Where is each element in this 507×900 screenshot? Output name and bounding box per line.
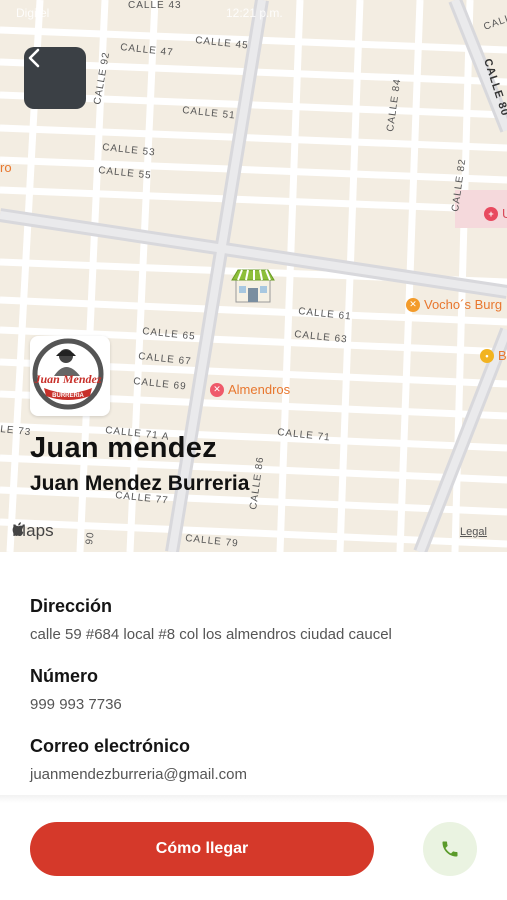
business-info: Dirección calle 59 #684 local #8 col los… [30,596,490,806]
email-section: Correo electrónico juanmendezburreria@gm… [30,736,490,783]
phone-section: Número 999 993 7736 [30,666,490,713]
business-name: Juan mendez [30,432,218,464]
poi-label: B [498,348,507,363]
logo-subtext: BURRERIA [52,393,84,399]
poi-label: U [502,206,507,221]
chevron-left-icon [28,48,40,68]
poi-label: Almendros [228,382,291,397]
maps-attribution[interactable]: Maps [12,521,54,541]
street-label: CALLE 69 [133,376,187,393]
legal-link[interactable]: Legal [460,526,487,538]
fastfood-icon: ✕ [406,297,420,312]
email-value[interactable]: juanmendezburreria@gmail.com [30,766,490,783]
apple-icon [12,522,24,536]
street-label: 90 [84,531,97,546]
back-button[interactable] [24,47,86,109]
phone-label: Número [30,666,99,686]
street-label: CALLE 61 [298,306,352,323]
call-button[interactable] [423,822,477,876]
street-label: LE 73 [0,424,32,438]
status-bar: Digitel 12:21 p.m. [0,6,507,24]
poi-label: Vocho´s Burg [424,297,503,312]
street-label: CALLE 47 [120,42,174,59]
shop-icon: • [480,348,494,363]
street-label: CALLE 84 [385,78,403,133]
poi-b[interactable]: • B [480,348,507,363]
street-label: CALLE 51 [182,105,236,122]
phone-value[interactable]: 999 993 7736 [30,696,490,713]
address-label: Dirección [30,596,113,616]
poi-almendros[interactable]: ✕ Almendros [210,382,290,397]
poi-vochos[interactable]: ✕ Vocho´s Burg [406,297,502,312]
hospital-icon: + [484,206,498,221]
address-value[interactable]: calle 59 #684 local #8 col los almendros… [30,626,490,643]
email-label: Correo electrónico [30,736,191,756]
restaurant-icon: ✕ [210,382,224,397]
business-subtitle: Juan Mendez Burreria [30,472,250,495]
map-view[interactable]: CALLE 43 CALLE 45 CALLE 47 CALLE 92 CALL… [0,0,507,552]
poi-label: ro [0,160,12,175]
phone-icon [442,841,458,857]
poi-hospital[interactable]: + U [484,206,507,221]
business-logo: Juan Mendez BURRERIA [30,336,110,416]
status-time: 12:21 p.m. [226,6,283,20]
bottom-bar-divider [0,795,507,803]
poi-partial[interactable]: ro [0,160,12,175]
logo-text: Juan Mendez [33,372,101,386]
address-section: Dirección calle 59 #684 local #8 col los… [30,596,490,643]
directions-button[interactable]: Cómo llegar [30,822,374,876]
carrier-label: Digitel [16,6,50,20]
